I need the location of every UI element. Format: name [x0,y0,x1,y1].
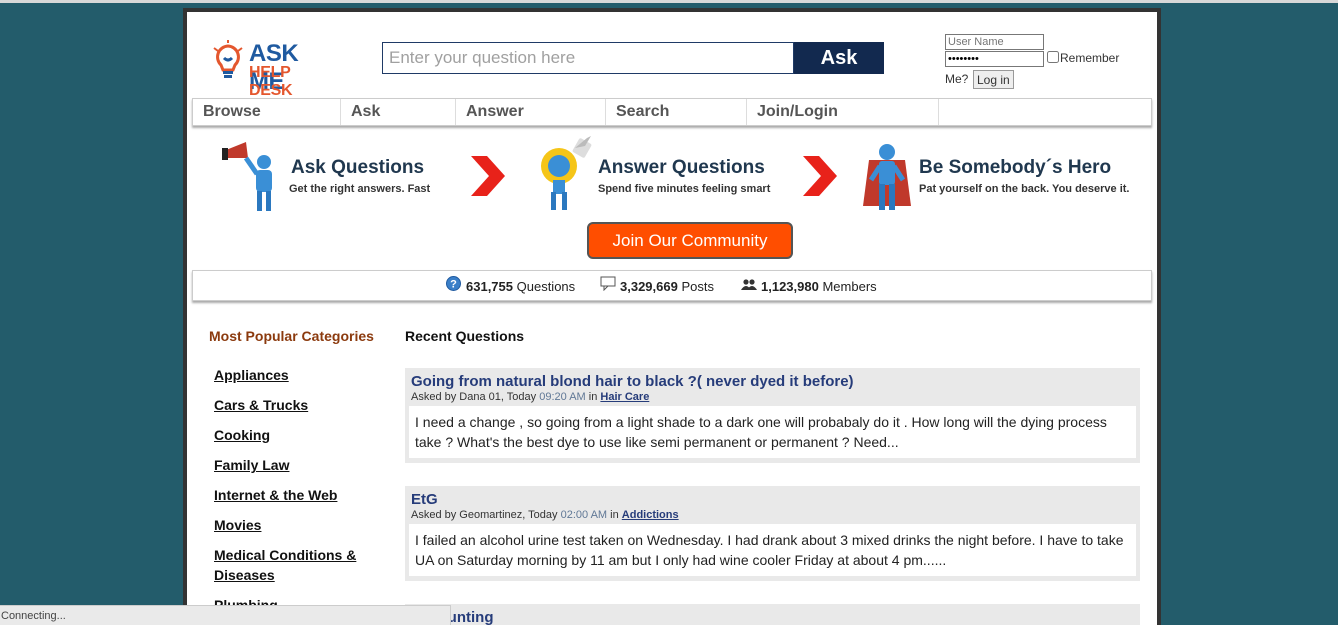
question-title-link[interactable]: Going from natural blond hair to black ?… [409,373,1136,390]
remember-me-label-continued: Me? [945,72,969,86]
category-link[interactable]: Internet & the Web [214,487,337,503]
lightbulb-logo-icon [213,40,243,78]
password-input[interactable] [945,51,1044,67]
stat-posts: 3,329,669 Posts [620,279,714,294]
question-card: Going from natural blond hair to black ?… [405,368,1140,463]
ask-button[interactable]: Ask [794,42,884,74]
question-time: 09:20 AM [539,391,586,403]
question-excerpt: I failed an alcohol urine test taken on … [409,524,1136,576]
category-link[interactable]: Cars & Trucks [214,397,308,413]
category-link[interactable]: Medical Conditions & Diseases [214,547,356,583]
question-meta: Asked by Geomartinez, Today 02:00 AM in … [409,509,1136,521]
stat-posts-label: Posts [681,279,714,294]
asked-by-text: Asked by Geomartinez, Today [411,509,561,521]
lightbulb-person-icon [541,136,592,210]
username-input[interactable] [945,34,1044,50]
hero-answer-subtitle: Spend five minutes feeling smart [598,183,771,195]
list-item: Appliances [214,365,374,385]
list-item: Family Law [214,455,374,475]
list-item: Cooking [214,425,374,445]
main-nav: Browse Ask Answer Search Join/Login [192,98,1152,126]
nav-join-login[interactable]: Join/Login [747,99,939,125]
chevron-right-icon [803,156,837,196]
stat-questions-value: 631,755 [466,279,513,294]
question-time: 02:00 AM [560,509,608,521]
question-title-link[interactable]: Accounting [409,609,1136,625]
question-title-link[interactable]: EtG [409,491,1136,508]
hero-hero-title: Be Somebody´s Hero [919,157,1112,178]
category-link[interactable]: Family Law [214,457,289,473]
category-link[interactable]: Appliances [214,367,289,383]
question-mark-icon: ? [446,276,461,291]
recent-questions-heading: Recent Questions [405,328,525,344]
stat-posts-value: 3,329,669 [620,279,678,294]
stat-questions-label: Questions [516,279,576,294]
asked-by-text: Asked by Dana 01, Today [411,391,540,403]
question-search-input[interactable] [382,42,794,74]
nav-answer[interactable]: Answer [456,99,606,125]
stat-questions: 631,755 Questions [466,279,575,294]
page-container: ASK ME HELP DESK Ask Remember Me? Log in… [183,8,1161,625]
question-category-link[interactable]: Hair Care [600,391,649,403]
top-edge [0,0,1338,3]
nav-search[interactable]: Search [606,99,747,125]
megaphone-person-icon [222,142,272,211]
members-icon [741,279,757,290]
hero-answer-title: Answer Questions [598,157,765,178]
remember-me-checkbox[interactable] [1047,51,1059,63]
nav-browse[interactable]: Browse [193,99,341,125]
categories-heading: Most Popular Categories [209,328,374,344]
category-link[interactable]: Movies [214,517,261,533]
list-item: Movies [214,515,374,535]
svg-text:?: ? [450,279,457,291]
login-button[interactable]: Log in [973,70,1014,89]
list-item: Internet & the Web [214,485,374,505]
site-logo[interactable]: ASK ME HELP DESK [207,36,337,99]
nav-ask[interactable]: Ask [341,99,456,125]
remember-me-option[interactable]: Remember [1047,51,1119,65]
site-stats-bar: ? 631,755 Questions 3,329,669 Posts 1,12… [192,270,1152,301]
hero-hero-subtitle: Pat yourself on the back. You deserve it… [919,183,1130,195]
chevron-right-icon [471,156,505,196]
question-card: Accounting [405,604,1140,625]
question-card: EtG Asked by Geomartinez, Today 02:00 AM… [405,486,1140,581]
in-text: in [607,509,622,521]
browser-status-bar: Connecting... [0,605,451,625]
logo-text-bottom: HELP DESK [249,64,293,99]
question-meta: Asked by Dana 01, Today 09:20 AM in Hair… [409,391,1136,403]
stat-members-value: 1,123,980 [761,279,819,294]
list-item: Cars & Trucks [214,395,374,415]
category-link[interactable]: Cooking [214,427,270,443]
superhero-icon [863,144,911,210]
list-item: Medical Conditions & Diseases [214,545,374,585]
in-text: in [585,391,601,403]
category-list: Appliances Cars & Trucks Cooking Family … [214,365,374,625]
stat-members: 1,123,980 Members [761,279,877,294]
posts-bubble-icon [600,276,616,291]
hero-ask-subtitle: Get the right answers. Fast [289,183,431,195]
stat-members-label: Members [822,279,877,294]
remember-label: Remember [1060,51,1120,65]
hero-ask-title: Ask Questions [291,157,425,178]
question-category-link[interactable]: Addictions [622,509,679,521]
question-excerpt: I need a change , so going from a light … [409,406,1136,458]
join-community-button[interactable]: Join Our Community [587,222,793,259]
